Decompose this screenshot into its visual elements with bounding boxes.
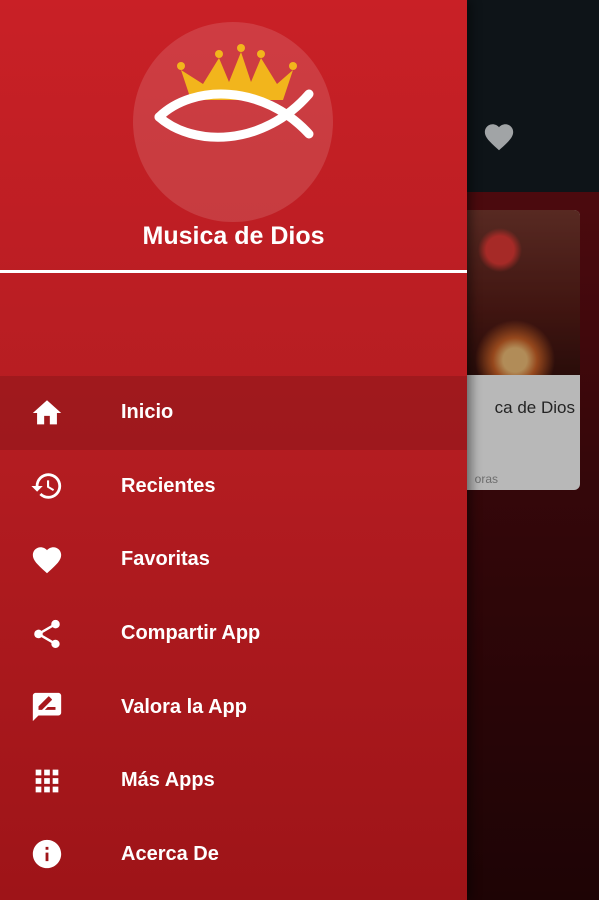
menu-item-label: Más Apps [121,769,215,792]
menu-item-recientes[interactable]: Recientes [0,450,467,524]
menu-item-mas-apps[interactable]: Más Apps [0,744,467,818]
app-logo [133,22,333,222]
home-icon [30,396,64,430]
menu-item-favoritas[interactable]: Favoritas [0,523,467,597]
drawer-menu: Inicio Recientes Favoritas Compartir App [0,376,467,891]
menu-item-label: Compartir App [121,622,261,645]
app-title: Musica de Dios [142,222,325,250]
info-icon [30,837,64,871]
header-divider [0,270,467,273]
navigation-drawer: Musica de Dios Inicio Recientes Favorita… [0,0,467,900]
menu-item-acerca-de[interactable]: Acerca De [0,818,467,892]
menu-item-label: Acerca De [121,842,219,865]
menu-item-compartir-app[interactable]: Compartir App [0,597,467,671]
menu-item-inicio[interactable]: Inicio [0,376,467,450]
heart-icon [30,543,64,577]
share-icon [30,617,64,651]
menu-item-label: Recientes [121,474,216,497]
rate-review-icon [30,690,64,724]
crown-fish-logo-icon [154,44,314,142]
menu-item-label: Inicio [121,401,174,424]
menu-item-label: Valora la App [121,695,247,718]
menu-item-valora-la-app[interactable]: Valora la App [0,670,467,744]
menu-item-label: Favoritas [121,548,210,571]
history-icon [30,469,64,503]
apps-grid-icon [30,764,64,798]
